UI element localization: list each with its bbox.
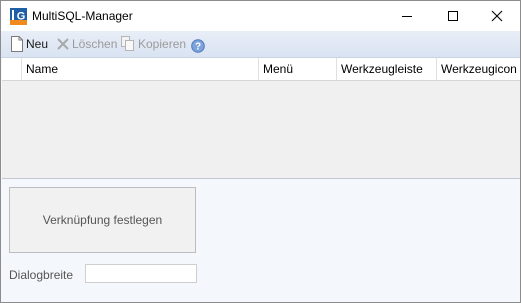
new-button-label: Neu (26, 37, 49, 51)
svg-text:?: ? (195, 42, 201, 53)
delete-x-icon (57, 38, 69, 50)
column-header-menu[interactable]: Menü (259, 58, 337, 80)
title-bar[interactable]: G MultiSQL-Manager (1, 1, 520, 31)
copy-icon (121, 36, 134, 51)
detail-panel: Verknüpfung festlegen Dialogbreite (1, 179, 520, 302)
toolbar: Neu Löschen Kopieren ? (1, 31, 520, 58)
dialog-width-input[interactable] (85, 264, 197, 283)
copy-button[interactable]: Kopieren (120, 35, 186, 53)
column-header-toolicon[interactable]: Werkzeugicon (437, 58, 520, 80)
set-link-button[interactable]: Verknüpfung festlegen (9, 187, 196, 253)
app-logo-letter: G (17, 11, 26, 23)
dialog-width-label: Dialogbreite (9, 268, 74, 282)
app-logo-icon: G (10, 8, 27, 25)
maximize-icon (448, 11, 458, 21)
close-icon (491, 10, 503, 22)
delete-button[interactable]: Löschen (56, 35, 117, 53)
maximize-button[interactable] (430, 1, 476, 31)
new-document-icon (11, 36, 23, 52)
new-button[interactable]: Neu (10, 35, 48, 53)
help-button[interactable]: ? (191, 37, 207, 55)
minimize-button[interactable] (384, 1, 430, 31)
help-icon: ? (191, 39, 205, 53)
minimize-icon (402, 16, 412, 17)
row-selector-header[interactable] (2, 58, 22, 80)
grid-header: Name Menü Werkzeugleiste Werkzeugicon (2, 58, 520, 81)
column-header-toolbar[interactable]: Werkzeugleiste (337, 58, 437, 80)
multisql-manager-window: G MultiSQL-Manager Neu Löschen Kopieren … (0, 0, 521, 303)
delete-button-label: Löschen (72, 37, 118, 51)
close-button[interactable] (474, 1, 520, 31)
window-title: MultiSQL-Manager (32, 9, 133, 23)
copy-button-label: Kopieren (138, 37, 187, 51)
column-header-name[interactable]: Name (22, 58, 259, 80)
records-grid[interactable]: Name Menü Werkzeugleiste Werkzeugicon (2, 58, 520, 179)
